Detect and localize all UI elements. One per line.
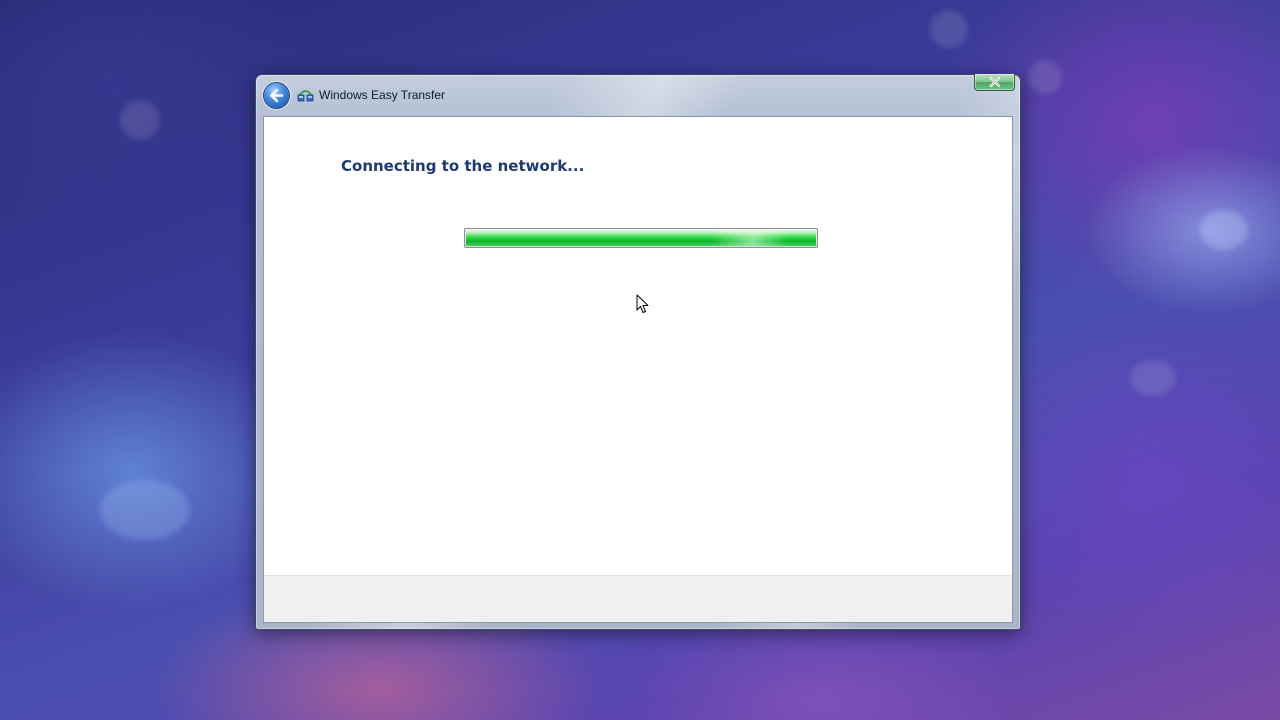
wallpaper-bokeh xyxy=(1130,360,1176,396)
close-icon xyxy=(989,77,1001,87)
progress-bar-fill xyxy=(466,230,816,246)
wallpaper-bokeh xyxy=(1028,60,1062,94)
back-button[interactable] xyxy=(264,83,289,108)
wallpaper-bokeh xyxy=(930,10,968,48)
page-heading: Connecting to the network... xyxy=(341,157,585,175)
wallpaper-bokeh xyxy=(120,100,160,140)
wizard-content-area: Connecting to the network... xyxy=(263,116,1013,623)
wizard-footer xyxy=(264,575,1012,622)
easy-transfer-icon xyxy=(297,90,314,102)
title-bar: Windows Easy Transfer xyxy=(256,74,1020,115)
close-button[interactable] xyxy=(974,74,1015,91)
wallpaper-bokeh xyxy=(1200,210,1248,250)
wallpaper-bokeh xyxy=(100,480,190,540)
window-title: Windows Easy Transfer xyxy=(319,88,446,102)
easy-transfer-window: Windows Easy Transfer Connecting to the … xyxy=(255,74,1021,630)
back-arrow-icon xyxy=(270,88,284,103)
mouse-cursor-icon xyxy=(636,294,649,313)
progress-bar xyxy=(464,228,818,248)
